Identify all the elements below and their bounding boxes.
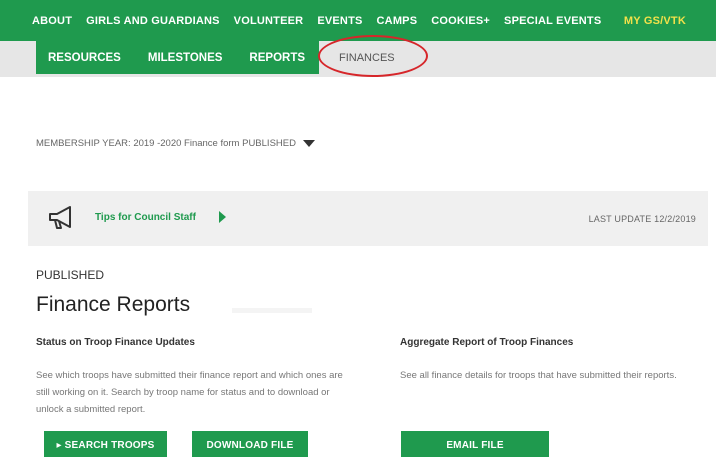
caret-down-icon[interactable]	[302, 140, 315, 147]
decorative-smudge	[232, 308, 312, 313]
sub-nav: RESOURCES MILESTONES REPORTS FINANCES	[0, 35, 716, 77]
tips-bar: Tips for Council Staff LAST UPDATE 12/2/…	[28, 191, 708, 246]
section-troop-finance-status: Status on Troop Finance Updates See whic…	[36, 337, 356, 418]
megaphone-icon	[49, 206, 71, 229]
section-title: Status on Troop Finance Updates	[36, 337, 195, 348]
status-label: PUBLISHED	[36, 268, 105, 282]
nav-item-cookies[interactable]: COOKIES+	[431, 15, 490, 27]
arrow-right-icon[interactable]	[219, 211, 226, 223]
page-title: Finance Reports	[36, 293, 191, 316]
membership-year-selector[interactable]: MEMBERSHIP YEAR: 2019 -2020 Finance form…	[36, 138, 315, 149]
tips-for-council-staff-link[interactable]: Tips for Council Staff	[95, 212, 196, 223]
nav-item-camps[interactable]: CAMPS	[377, 15, 418, 27]
tab-reports[interactable]: REPORTS	[249, 52, 305, 64]
section-title: Aggregate Report of Troop Finances	[400, 337, 574, 348]
membership-year-value: 2019 -2020 Finance form PUBLISHED	[133, 138, 296, 149]
membership-year-label: MEMBERSHIP YEAR:	[36, 138, 131, 149]
last-update-text: LAST UPDATE 12/2/2019	[588, 214, 696, 224]
nav-item-girls-and-guardians[interactable]: GIRLS AND GUARDIANS	[86, 15, 220, 27]
nav-item-volunteer[interactable]: VOLUNTEER	[234, 15, 304, 27]
section-aggregate-report: Aggregate Report of Troop Finances See a…	[400, 337, 710, 384]
section-description: See all finance details for troops that …	[400, 370, 677, 381]
search-troops-button[interactable]: ▸ SEARCH TROOPS	[44, 431, 167, 457]
nav-item-special-events[interactable]: SPECIAL EVENTS	[504, 15, 601, 27]
nav-item-events[interactable]: EVENTS	[317, 15, 362, 27]
sub-nav-tab-group: RESOURCES MILESTONES REPORTS	[36, 41, 319, 74]
email-file-button[interactable]: EMAIL FILE	[401, 431, 549, 457]
download-file-button[interactable]: DOWNLOAD FILE	[192, 431, 308, 457]
highlight-circle	[318, 35, 428, 77]
tab-resources[interactable]: RESOURCES	[48, 52, 121, 64]
nav-item-about[interactable]: ABOUT	[32, 15, 72, 27]
section-description: See which troops have submitted their fi…	[36, 370, 343, 415]
tab-milestones[interactable]: MILESTONES	[148, 52, 223, 64]
nav-item-my-account[interactable]: MY GS/VTK	[624, 15, 686, 27]
